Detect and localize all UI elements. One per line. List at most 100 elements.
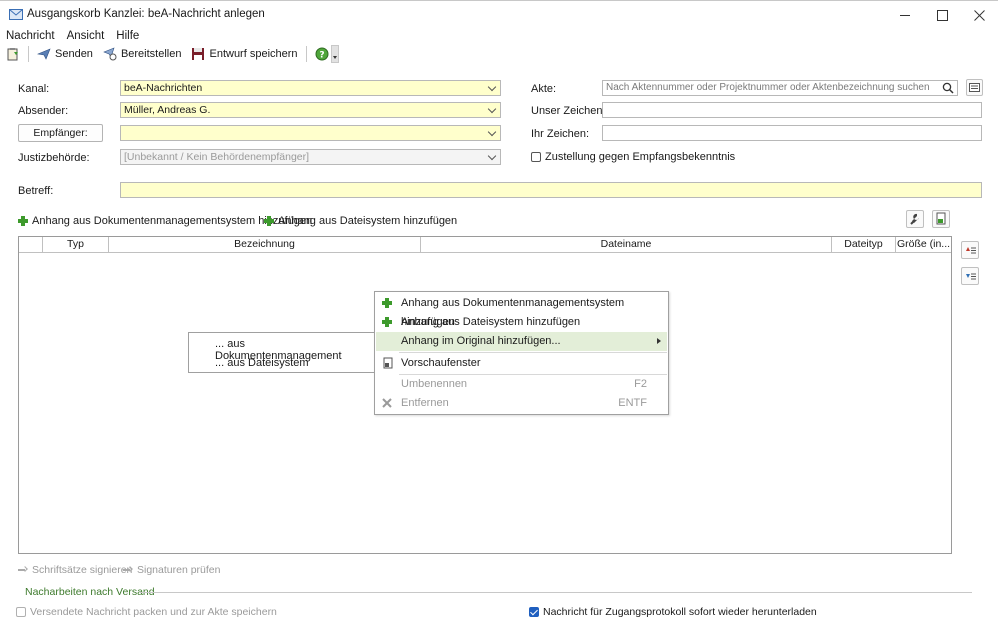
move-up-icon — [966, 247, 976, 254]
table-header: Typ Bezeichnung Dateiname Dateityp Größe… — [19, 237, 951, 253]
column-header-typ[interactable]: Typ — [43, 237, 109, 253]
zustellung-label: Zustellung gegen Empfangsbekenntnis — [545, 151, 736, 163]
menu-bar: Nachricht Ansicht Hilfe — [0, 29, 145, 43]
protocol-download-label: Nachricht für Zugangsprotokoll sofort wi… — [543, 606, 817, 618]
absender-label: Absender: — [18, 105, 69, 117]
betreff-input[interactable] — [120, 182, 982, 198]
ctx-item-add-fs[interactable]: Anhang aus Dateisystem hinzufügen — [376, 313, 667, 332]
list-window-icon — [969, 83, 980, 92]
move-down-button[interactable] — [961, 267, 979, 285]
chevron-down-icon — [484, 126, 500, 140]
empfaenger-button[interactable]: Empfänger: — [18, 124, 103, 142]
pack-message-label: Versendete Nachricht packen und zur Akte… — [30, 606, 277, 618]
ctx-item-label: Anhang im Original hinzufügen... — [401, 335, 561, 347]
section-title-nacharbeiten: Nacharbeiten nach Versand — [25, 586, 155, 598]
move-up-button[interactable] — [961, 241, 979, 259]
save-draft-label: Entwurf speichern — [209, 48, 298, 60]
menu-nachricht[interactable]: Nachricht — [0, 29, 61, 43]
clipboard-icon — [7, 48, 18, 61]
protocol-download-checkbox[interactable] — [529, 607, 539, 617]
column-header-dateiname[interactable]: Dateiname — [421, 237, 832, 253]
close-icon — [973, 9, 985, 21]
minimize-button[interactable] — [888, 1, 922, 29]
move-down-icon — [966, 273, 976, 280]
settings-button[interactable] — [906, 210, 924, 228]
unser-zeichen-input[interactable] — [602, 102, 982, 118]
pack-message-checkbox[interactable] — [16, 607, 26, 617]
ctx-item-label: Anhang aus Dateisystem hinzufügen — [401, 316, 581, 328]
document-preview-icon — [936, 212, 946, 225]
original-attachment-submenu: ... aus Dokumentenmanagement ... aus Dat… — [188, 332, 375, 373]
ctx-item-add-original[interactable]: Anhang im Original hinzufügen... — [376, 332, 667, 351]
help-button[interactable]: ? — [315, 47, 329, 61]
akte-placeholder: Nach Aktennummer oder Projektnummer oder… — [606, 82, 930, 93]
column-header-bezeichnung[interactable]: Bezeichnung — [109, 237, 421, 253]
zustellung-option[interactable]: Zustellung gegen Empfangsbekenntnis — [531, 151, 735, 163]
ctx-item-shortcut: F2 — [634, 378, 647, 390]
svg-text:?: ? — [319, 51, 324, 61]
verify-label: Signaturen prüfen — [137, 564, 221, 576]
ihr-zeichen-input[interactable] — [602, 125, 982, 141]
provide-label: Bereitstellen — [120, 48, 182, 60]
floppy-disk-icon — [192, 48, 205, 60]
menu-separator — [399, 352, 667, 353]
menu-ansicht[interactable]: Ansicht — [61, 29, 111, 43]
column-header-select[interactable] — [19, 237, 43, 253]
maximize-button[interactable] — [925, 1, 959, 29]
unser-zeichen-label: Unser Zeichen: — [531, 105, 606, 117]
close-button[interactable] — [962, 1, 996, 29]
ctx-item-rename[interactable]: Umbenennen F2 — [376, 375, 667, 394]
save-draft-button[interactable]: Entwurf speichern — [191, 47, 298, 61]
pack-message-option[interactable]: Versendete Nachricht packen und zur Akte… — [16, 606, 277, 618]
provide-icon — [103, 47, 117, 61]
delete-icon — [382, 398, 392, 408]
plus-icon — [18, 216, 28, 226]
column-header-dateityp[interactable]: Dateityp — [832, 237, 896, 253]
ctx-item-add-dms[interactable]: Anhang aus Dokumentenmanagementsystem hi… — [376, 294, 667, 328]
search-icon[interactable] — [942, 82, 954, 94]
chevron-down-icon — [332, 56, 337, 59]
arrow-right-icon — [123, 566, 133, 574]
window-title: Ausgangskorb Kanzlei: beA-Nachricht anle… — [27, 8, 265, 20]
ctx-item-shortcut: ENTF — [618, 397, 647, 409]
envelope-app-icon — [9, 9, 23, 20]
context-menu: Anhang aus Dokumentenmanagementsystem hi… — [374, 291, 669, 415]
kanal-value: beA-Nachrichten — [124, 82, 203, 94]
chevron-down-icon — [484, 150, 500, 164]
wrench-icon — [910, 213, 919, 225]
add-fs-attachment-button[interactable]: Anhang aus Dateisystem hinzufügen — [264, 215, 457, 227]
zustellung-checkbox[interactable] — [531, 152, 541, 162]
menu-hilfe[interactable]: Hilfe — [110, 29, 145, 43]
justiz-select: [Unbekannt / Kein Behördenempfänger] — [120, 149, 501, 165]
ctx-item-label: Entfernen — [401, 397, 449, 409]
akte-browse-button[interactable] — [966, 79, 983, 96]
ctx-item-preview[interactable]: Vorschaufenster — [376, 354, 667, 373]
ctx-item-label: Umbenennen — [401, 378, 468, 390]
absender-value: Müller, Andreas G. — [124, 104, 211, 116]
ctx-item-delete[interactable]: Entfernen ENTF — [376, 394, 667, 413]
akte-search-input[interactable]: Nach Aktennummer oder Projektnummer oder… — [602, 80, 958, 96]
protocol-download-option[interactable]: Nachricht für Zugangsprotokoll sofort wi… — [529, 606, 817, 618]
arrow-right-icon — [18, 566, 28, 574]
document-preview-button[interactable] — [932, 210, 950, 228]
verify-signatures-button[interactable]: Signaturen prüfen — [123, 564, 220, 576]
kanal-select[interactable]: beA-Nachrichten — [120, 80, 501, 96]
help-icon: ? — [315, 47, 329, 61]
toolbar-overflow-button[interactable] — [330, 45, 339, 63]
absender-select[interactable]: Müller, Andreas G. — [120, 102, 501, 118]
empfaenger-select[interactable] — [120, 125, 501, 141]
send-button[interactable]: Senden — [37, 47, 93, 61]
column-header-groesse[interactable]: Größe (in... — [896, 237, 951, 253]
sign-documents-button[interactable]: Schriftsätze signieren — [18, 564, 132, 576]
send-label: Senden — [55, 48, 93, 60]
plus-icon — [264, 216, 274, 226]
new-from-template-button[interactable] — [6, 47, 20, 61]
send-icon — [37, 48, 51, 60]
plus-icon — [382, 317, 392, 327]
ctx-item-label: Vorschaufenster — [401, 357, 481, 369]
toolbar: Senden Bereitstellen Entwurf speichern ? — [6, 45, 339, 63]
toolbar-separator — [28, 46, 29, 62]
justiz-value: [Unbekannt / Kein Behördenempfänger] — [124, 151, 310, 163]
provide-button[interactable]: Bereitstellen — [103, 47, 182, 61]
submenu-item-filesystem[interactable]: ... aus Dateisystem — [215, 357, 309, 369]
